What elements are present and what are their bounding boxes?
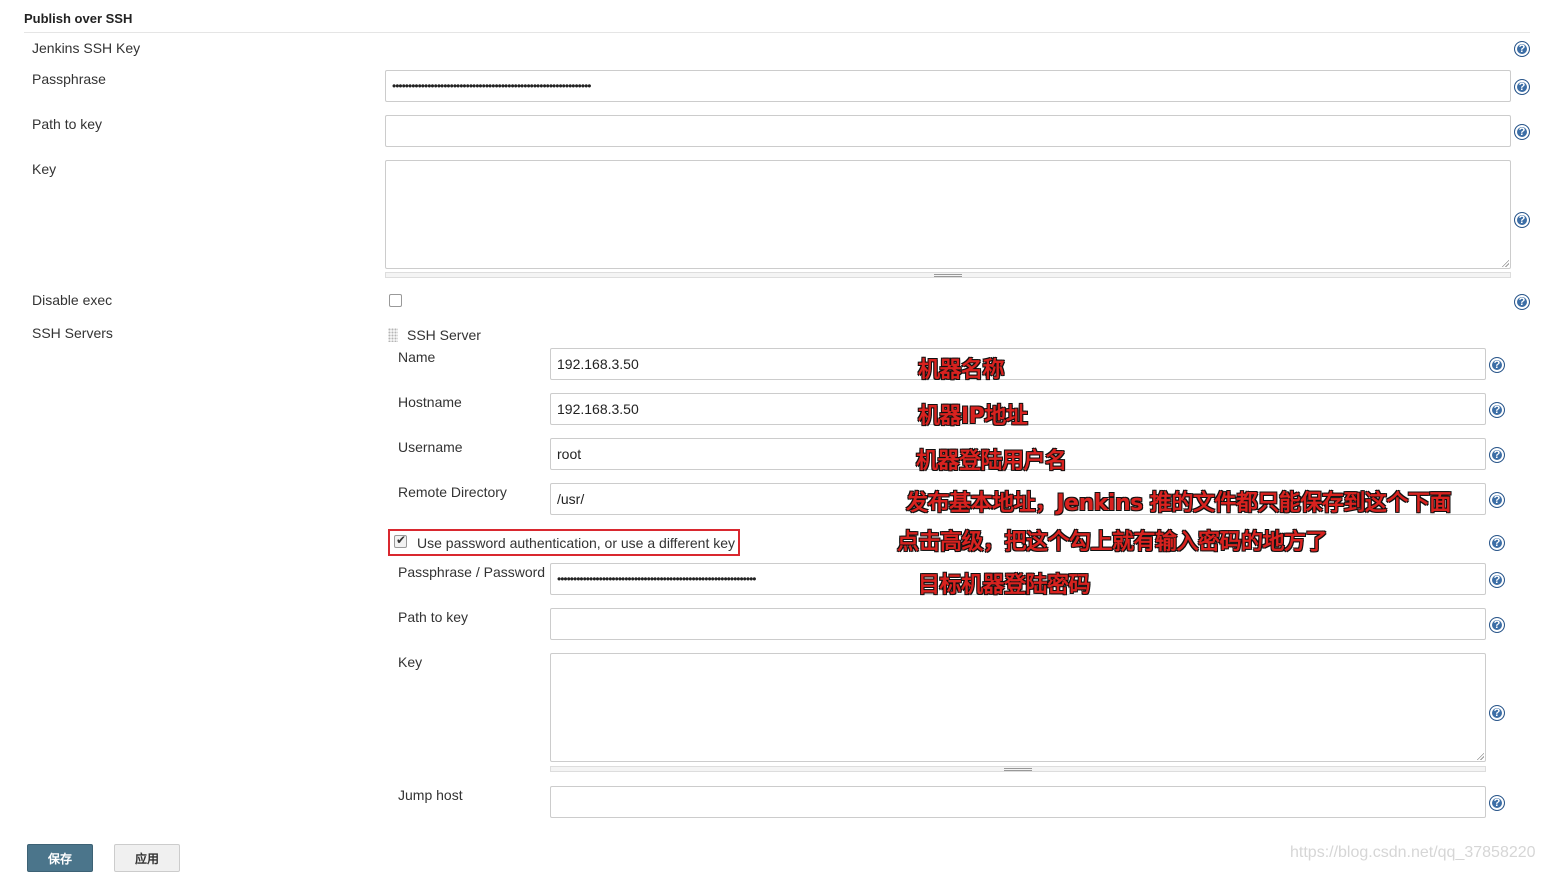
- resize-grip-icon[interactable]: [1501, 259, 1509, 267]
- drag-grip-icon: [1004, 768, 1032, 771]
- annotation-hostname: 机器IP地址: [918, 404, 1028, 429]
- key-textarea[interactable]: [385, 160, 1511, 269]
- hostname-label: Hostname: [398, 394, 462, 410]
- help-icon[interactable]: ?: [1489, 705, 1505, 721]
- help-icon[interactable]: ?: [1489, 447, 1505, 463]
- help-icon[interactable]: ?: [1489, 492, 1505, 508]
- help-icon[interactable]: ?: [1514, 79, 1530, 95]
- help-icon[interactable]: ?: [1489, 617, 1505, 633]
- remote-directory-label: Remote Directory: [398, 484, 507, 500]
- jump-host-input[interactable]: [550, 786, 1486, 818]
- annotation-name: 机器名称: [918, 358, 1005, 383]
- path-to-key-label: Path to key: [32, 116, 103, 132]
- server-name-input[interactable]: 192.168.3.50: [550, 348, 1486, 380]
- section-divider: [24, 32, 1530, 33]
- jenkins-ssh-key-label: Jenkins SSH Key: [32, 40, 141, 56]
- textarea-resize-bar[interactable]: [385, 272, 1511, 278]
- key-label: Key: [32, 161, 57, 177]
- ssh-server-header: SSH Server: [407, 327, 481, 343]
- help-icon[interactable]: ?: [1489, 402, 1505, 418]
- apply-button[interactable]: 应用: [114, 844, 180, 872]
- annotation-password: 目标机器登陆密码: [918, 573, 1091, 598]
- drag-grip-icon: [934, 274, 962, 277]
- path-to-key-input[interactable]: [385, 115, 1511, 147]
- server-key-textarea[interactable]: [550, 653, 1486, 762]
- help-icon[interactable]: ?: [1489, 795, 1505, 811]
- resize-grip-icon[interactable]: [1476, 752, 1484, 760]
- help-icon[interactable]: ?: [1489, 357, 1505, 373]
- drag-handle-icon[interactable]: [388, 328, 398, 342]
- help-icon[interactable]: ?: [1489, 572, 1505, 588]
- help-icon[interactable]: ?: [1514, 124, 1530, 140]
- watermark: https://blog.csdn.net/qq_37858220: [1290, 844, 1536, 861]
- username-label: Username: [398, 439, 463, 455]
- section-title: Publish over SSH: [24, 11, 133, 26]
- save-button[interactable]: 保存: [27, 844, 93, 872]
- password-label: Passphrase / Password: [398, 564, 546, 580]
- annotation-username: 机器登陆用户名: [916, 449, 1067, 474]
- help-icon[interactable]: ?: [1514, 212, 1530, 228]
- server-path-to-key-label: Path to key: [398, 609, 469, 625]
- server-key-label: Key: [398, 654, 423, 670]
- disable-exec-label: Disable exec: [32, 292, 113, 308]
- use-password-checkbox[interactable]: [394, 533, 407, 548]
- help-icon[interactable]: ?: [1514, 294, 1530, 310]
- use-password-label[interactable]: Use password authentication, or use a di…: [417, 535, 735, 551]
- textarea-resize-bar[interactable]: [550, 766, 1486, 772]
- help-icon[interactable]: ?: [1489, 535, 1505, 551]
- jump-host-label: Jump host: [398, 787, 463, 803]
- passphrase-label: Passphrase: [32, 71, 106, 87]
- help-icon[interactable]: ?: [1514, 41, 1530, 57]
- annotation-remote-directory: 发布基本地址，Jenkins 推的文件都只能保存到这个下面: [906, 491, 1451, 516]
- server-path-to-key-input[interactable]: [550, 608, 1486, 640]
- server-name-label: Name: [398, 349, 436, 365]
- passphrase-input[interactable]: ••••••••••••••••••••••••••••••••••••••••…: [385, 70, 1511, 102]
- ssh-servers-label: SSH Servers: [32, 325, 113, 341]
- disable-exec-checkbox[interactable]: [389, 294, 402, 307]
- annotation-use-password: 点击高级，把这个勾上就有输入密码的地方了: [897, 530, 1328, 555]
